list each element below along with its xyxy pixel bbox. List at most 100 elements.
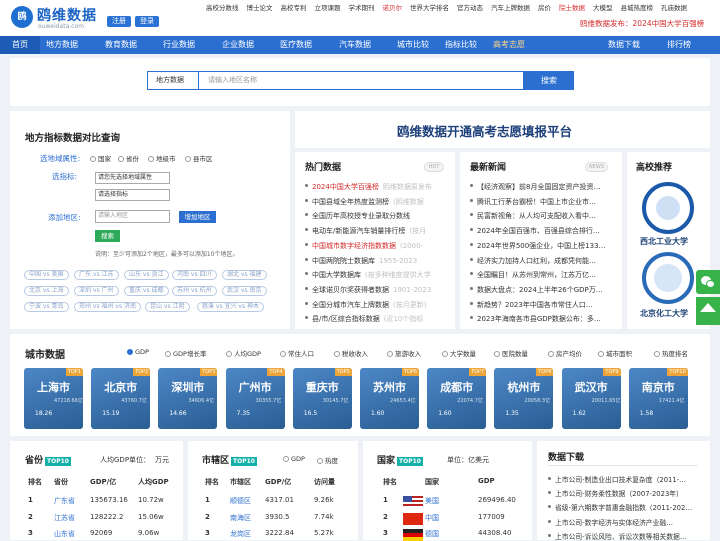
- news-item-title[interactable]: 【经济观察】前8月全国固定资产投资…: [477, 183, 600, 191]
- compare-tag[interactable]: 河南 vs 四川: [172, 270, 217, 280]
- top-link[interactable]: 学术期刊: [349, 2, 375, 12]
- top-link[interactable]: 高校分数线: [206, 2, 239, 12]
- hot-item[interactable]: 中国大学数据库 (按多种维度提供大学: [305, 270, 431, 280]
- banner-title[interactable]: 鸥维数据开通高考志愿填报平台: [397, 121, 572, 140]
- download-title[interactable]: 上市公司-制造业出口技术复杂度（2011-…: [555, 476, 686, 484]
- region-input[interactable]: 请输入地区: [95, 210, 170, 223]
- compare-tag[interactable]: 山东 vs 浙江: [124, 270, 169, 280]
- table-link[interactable]: 广东省: [54, 496, 75, 506]
- search-input[interactable]: 请输入地区名称: [199, 71, 524, 90]
- city-tile[interactable]: TOP9 武汉市 20011.65亿 1.62: [561, 368, 621, 429]
- table-link[interactable]: 山东省: [54, 529, 75, 539]
- hot-item-title[interactable]: 中国两院院士数据库: [312, 257, 375, 265]
- download-item[interactable]: 省级-第六期数字普惠金融指数（2011-202…: [548, 502, 700, 512]
- hot-item-title[interactable]: 中国城市数字经济指数数据: [312, 242, 396, 250]
- download-item[interactable]: 上市公司-数字经济与实体经济产业融…: [548, 517, 700, 527]
- indicator-select[interactable]: 请选择指标: [95, 189, 170, 201]
- wechat-icon[interactable]: [696, 270, 720, 294]
- domain-select[interactable]: 请您先选择地域属性: [95, 172, 170, 184]
- top-link[interactable]: 院士数据: [559, 2, 585, 12]
- top-link[interactable]: 博士论文: [247, 2, 273, 12]
- hot-item-title[interactable]: 全球诺贝尔奖获得者数据: [312, 286, 389, 294]
- top-link[interactable]: 高校专利: [281, 2, 307, 12]
- news-item[interactable]: 2024年全国百强市、百强县综合排行…: [470, 226, 618, 236]
- headline-notice[interactable]: 鸥维数据发布：2024中国大学百强榜: [580, 18, 704, 29]
- top-link[interactable]: 官方动态: [457, 2, 483, 12]
- register-button[interactable]: 注册: [107, 16, 131, 27]
- city-tile[interactable]: TOP2 北京市 43760.7亿 15.19: [91, 368, 151, 429]
- nav-item[interactable]: 企业数据: [222, 39, 254, 50]
- table-link[interactable]: 美国: [425, 496, 439, 506]
- university-emblem-icon[interactable]: [642, 182, 694, 234]
- search-category-select[interactable]: 地方数据: [147, 71, 199, 90]
- news-item-title[interactable]: 腾讯工行茅台霸榜！中国上市企业市…: [477, 198, 596, 206]
- compare-tag[interactable]: 宁波 vs 青岛: [24, 302, 69, 312]
- hot-item-title[interactable]: 县/市/区综合指标数据: [312, 315, 380, 323]
- radio-city[interactable]: 地级市: [148, 153, 176, 163]
- nav-item[interactable]: 地方数据: [46, 39, 78, 50]
- news-item[interactable]: 腾讯工行茅台霸榜！中国上市企业市…: [470, 197, 618, 207]
- univ-name[interactable]: 北京化工大学: [640, 308, 688, 319]
- logo-text[interactable]: 鸥维数据: [37, 5, 97, 25]
- hot-item-title[interactable]: 全国分城市汽车上牌数据: [312, 301, 389, 309]
- hot-item[interactable]: 电动车/新能源汽车销量排行榜 (按月: [305, 226, 426, 236]
- city-tile[interactable]: TOP5 重庆市 30145.7亿 16.5: [292, 368, 352, 429]
- hot-item-title[interactable]: 2024中国大学百强榜: [312, 183, 379, 191]
- hot-item[interactable]: 中国城市数字经济指数数据 (2000-: [305, 241, 423, 251]
- hot-item-title[interactable]: 全国历年高校授专业录取分数线: [312, 212, 410, 220]
- city-tile[interactable]: TOP10 南京市 17421.4亿 1.58: [628, 368, 688, 429]
- news-item[interactable]: 民富新视角：从人均可支配收入看中…: [470, 211, 618, 221]
- table-link[interactable]: 南海区: [230, 513, 251, 523]
- city-metric-radio[interactable]: 旅游收入: [387, 348, 421, 358]
- nav-item[interactable]: 医疗数据: [280, 39, 312, 50]
- hot-item[interactable]: 中国两院院士数据库 1955-2023: [305, 256, 417, 266]
- download-title[interactable]: 上市公司-财务柔性数据（2007-2023年）: [555, 490, 683, 498]
- district-radio-gdp[interactable]: GDP: [283, 455, 305, 463]
- hot-item[interactable]: 中国县域全年热度监测榜 (鸥维数据: [305, 197, 424, 207]
- news-item-title[interactable]: 数据大盘点：2024上半年26个GDP万…: [477, 286, 603, 294]
- top-link[interactable]: 大模型: [593, 2, 613, 12]
- table-link[interactable]: 中国: [425, 513, 439, 523]
- hot-item[interactable]: 2024中国大学百强榜 鸥维数据原发布: [305, 182, 432, 192]
- compare-tag[interactable]: 武汉 vs 南京: [222, 286, 267, 296]
- search-button[interactable]: 搜索: [524, 71, 574, 90]
- hot-item[interactable]: 县/市/区综合指标数据 (近10个指标: [305, 314, 423, 324]
- download-item[interactable]: 上市公司-财务柔性数据（2007-2023年）: [548, 488, 700, 498]
- city-metric-radio[interactable]: 大学数量: [442, 348, 476, 358]
- download-title[interactable]: 上市公司-数字经济与实体经济产业融…: [555, 519, 673, 527]
- compare-tag[interactable]: 广东 vs 江苏: [74, 270, 119, 280]
- download-item[interactable]: 上市公司-制造业出口技术复杂度（2011-…: [548, 474, 700, 484]
- city-tile[interactable]: TOP1 上海市 47218.66亿 18.26: [24, 368, 83, 429]
- top-link[interactable]: 孔庙数据: [661, 2, 687, 12]
- hot-item[interactable]: 全球诺贝尔奖获得者数据 1901-2023: [305, 285, 431, 295]
- news-item-title[interactable]: 经济实力加持人口红利，成都凭何能…: [477, 257, 596, 265]
- table-link[interactable]: 顺德区: [230, 496, 251, 506]
- nav-item[interactable]: 高考志愿: [493, 39, 525, 50]
- top-link[interactable]: 汽车上牌数据: [491, 2, 530, 12]
- news-item-title[interactable]: 新趋势？2023年中国各市常住人口…: [477, 301, 593, 309]
- download-item[interactable]: 上市公司-诉讼风险、诉讼次数等相关数据…: [548, 531, 700, 541]
- compare-tag[interactable]: 苏州 vs 杭州: [172, 286, 217, 296]
- hot-item[interactable]: 全国分城市汽车上牌数据 (按月更新): [305, 300, 426, 310]
- hot-item-title[interactable]: 中国县域全年热度监测榜: [312, 198, 389, 206]
- news-item-title[interactable]: 2024年世界500强企业，中国上榜133…: [477, 242, 606, 250]
- news-item-title[interactable]: 2024年全国百强市、百强县综合排行…: [477, 227, 600, 235]
- district-radio-heat[interactable]: 热度: [317, 455, 338, 465]
- nav-item[interactable]: 指标比较: [445, 39, 477, 50]
- city-tile[interactable]: TOP6 苏州市 24653.4亿 1.60: [360, 368, 419, 429]
- nav-item[interactable]: 城市比较: [397, 39, 429, 50]
- compare-tag[interactable]: 慈溪 vs 宜兴 vs 神木: [197, 302, 264, 312]
- city-metric-radio[interactable]: 城市面积: [598, 348, 632, 358]
- top-link[interactable]: 县城热度榜: [621, 2, 654, 12]
- city-tile[interactable]: TOP4 广州市 30355.7亿 7.35: [225, 368, 285, 429]
- city-tile[interactable]: TOP3 深圳市 34606.4亿 14.66: [158, 368, 218, 429]
- news-item-title[interactable]: 民富新视角：从人均可支配收入看中…: [477, 212, 596, 220]
- compare-search-button[interactable]: 搜索: [95, 230, 120, 242]
- compare-tag[interactable]: 北京 vs 上海: [24, 286, 69, 296]
- compare-tag[interactable]: 郑州 vs 福州 vs 济南: [74, 302, 141, 312]
- hot-item-title[interactable]: 电动车/新能源汽车销量排行榜: [312, 227, 405, 235]
- city-tile[interactable]: TOP8 杭州市 20058.3亿 1.35: [494, 368, 554, 429]
- nav-item[interactable]: 教育数据: [105, 39, 137, 50]
- table-link[interactable]: 龙岗区: [230, 529, 251, 539]
- city-metric-radio[interactable]: 常住人口: [280, 348, 314, 358]
